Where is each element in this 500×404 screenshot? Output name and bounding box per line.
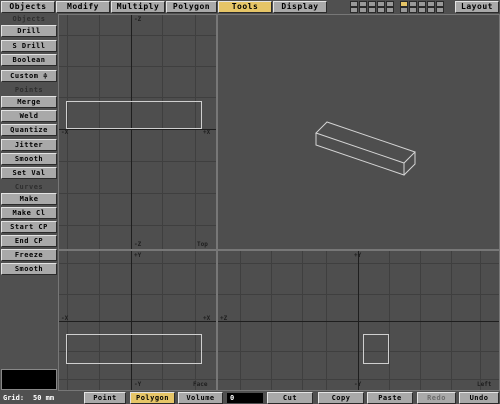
grid-label: Grid:	[3, 394, 25, 402]
point-mode-button[interactable]: Point	[84, 392, 126, 404]
layer-cell[interactable]	[418, 7, 426, 13]
top-axis-down: -Z	[134, 241, 142, 248]
layer-cell[interactable]	[359, 7, 367, 13]
left-axis-up: +Y	[354, 252, 362, 259]
volume-mode-button[interactable]: Volume	[178, 392, 223, 404]
left-axis-left: +Z	[220, 315, 228, 322]
grid-value: 50 mm	[33, 394, 55, 402]
tab-multiply[interactable]: Multiply	[111, 1, 165, 13]
tab-polygon[interactable]: Polygon	[166, 1, 217, 13]
layer-cell[interactable]	[368, 7, 376, 13]
left-axis-down: -Y	[354, 381, 362, 388]
layout-button[interactable]: Layout	[455, 1, 499, 13]
tab-modify[interactable]: Modify	[56, 1, 110, 13]
layer-cell[interactable]	[409, 7, 417, 13]
undo-button[interactable]: Undo	[459, 392, 499, 404]
s-drill-button[interactable]: S Drill	[1, 40, 57, 52]
box-left-outline	[363, 334, 389, 364]
face-axis-right: +X	[203, 315, 211, 322]
face-axis-left: -X	[61, 315, 69, 322]
face-view-canvas	[59, 251, 216, 390]
color-swatch	[1, 369, 57, 390]
freeze-button[interactable]: Freeze	[1, 249, 57, 261]
drill-button[interactable]: Drill	[1, 25, 57, 37]
top-axis-right: +X	[203, 129, 211, 136]
smooth-points-button[interactable]: Smooth	[1, 153, 57, 165]
viewport-left[interactable]: +Y +Z -Y Left	[218, 251, 499, 390]
layer-cell[interactable]	[400, 7, 408, 13]
end-cp-button[interactable]: End CP	[1, 235, 57, 247]
copy-button[interactable]: Copy	[318, 392, 364, 404]
tab-objects[interactable]: Objects	[1, 1, 55, 13]
boolean-button[interactable]: Boolean	[1, 54, 57, 66]
viewport-top[interactable]: -Z -X +X -Z Top	[59, 15, 216, 249]
make-cl-button[interactable]: Make Cl	[1, 207, 57, 219]
tab-display[interactable]: Display	[273, 1, 327, 13]
start-cp-button[interactable]: Start CP	[1, 221, 57, 233]
top-view-label: Top	[197, 241, 208, 248]
layer-cell[interactable]	[386, 7, 394, 13]
merge-button[interactable]: Merge	[1, 96, 57, 108]
curves-header: Curves	[14, 183, 44, 191]
objects-header: Objects	[12, 15, 46, 23]
quantize-button[interactable]: Quantize	[1, 124, 57, 136]
make-button[interactable]: Make	[1, 193, 57, 205]
box-face-outline	[66, 334, 202, 364]
top-axis-up: -Z	[134, 16, 142, 23]
face-view-label: Face	[193, 381, 208, 388]
paste-button[interactable]: Paste	[367, 392, 413, 404]
cut-button[interactable]: Cut	[267, 392, 313, 404]
layer-cell[interactable]	[427, 7, 435, 13]
polygon-mode-button[interactable]: Polygon	[130, 392, 175, 404]
box-top-outline	[66, 101, 202, 129]
top-axis-left: -X	[61, 129, 69, 136]
face-axis-down: -Y	[134, 381, 142, 388]
top-view-canvas	[59, 15, 216, 249]
perspective-canvas	[315, 121, 416, 176]
layer-cell[interactable]	[350, 7, 358, 13]
layer-cell[interactable]	[377, 7, 385, 13]
selection-count: 0	[227, 393, 263, 403]
tab-tools[interactable]: Tools	[218, 1, 272, 13]
box-wireframe	[315, 121, 416, 176]
layer-cell[interactable]	[436, 7, 444, 13]
viewport-perspective[interactable]	[218, 15, 499, 249]
layer-grid[interactable]	[350, 1, 446, 13]
points-header: Points	[14, 86, 44, 94]
jitter-button[interactable]: Jitter	[1, 139, 57, 151]
redo-button[interactable]: Redo	[417, 392, 456, 404]
smooth-curves-button[interactable]: Smooth	[1, 263, 57, 275]
left-view-canvas	[218, 251, 499, 390]
face-axis-up: +Y	[134, 252, 142, 259]
left-view-label: Left	[477, 381, 492, 388]
set-val-button[interactable]: Set Val	[1, 167, 57, 179]
weld-button[interactable]: Weld	[1, 110, 57, 122]
custom-dropdown[interactable]: Custom ≑	[1, 70, 57, 82]
viewport-face[interactable]: +Y -X +X -Y Face	[59, 251, 216, 390]
